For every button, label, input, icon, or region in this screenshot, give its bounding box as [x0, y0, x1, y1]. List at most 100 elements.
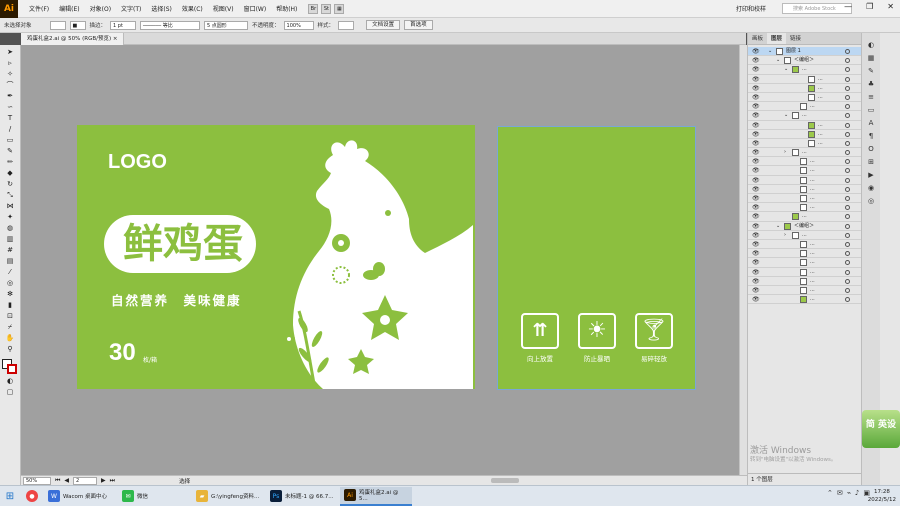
arrange-documents-icon[interactable]: ▦	[334, 3, 345, 14]
fill-swatch[interactable]	[49, 20, 66, 30]
character-panel-icon[interactable]: A	[865, 119, 877, 130]
target-circle-icon[interactable]	[845, 150, 850, 156]
actions-panel-icon[interactable]: ▶	[865, 171, 877, 182]
tab-artboards[interactable]: 画板	[748, 33, 767, 44]
layer-item-row[interactable]: 👁︎...	[748, 240, 862, 250]
layer-row[interactable]: 👁︎ ⌄ 图层 1	[748, 47, 862, 57]
expand-arrow-icon[interactable]: ›	[784, 231, 786, 240]
blend-tool-icon[interactable]: ◎	[3, 278, 17, 288]
visibility-eye-icon[interactable]: 👁︎	[752, 185, 760, 194]
transform-panel-icon[interactable]: ⊞	[865, 158, 877, 169]
color-panel-icon[interactable]: ◐	[865, 41, 877, 52]
rectangle-tool-icon[interactable]: ▭	[3, 135, 17, 145]
close-window-button[interactable]: ✕	[887, 2, 894, 11]
tab-links[interactable]: 链接	[786, 33, 805, 44]
group-row[interactable]: 👁︎ ⌄ ＜编组＞	[748, 222, 862, 231]
zoom-tool-icon[interactable]: ⚲	[3, 344, 17, 354]
stock-button[interactable]: St	[321, 3, 332, 14]
prev-artboard-icon[interactable]: ◀	[64, 477, 69, 484]
menu-window[interactable]: 窗口(W)	[239, 4, 272, 13]
layer-item-row[interactable]: 👁︎...	[748, 75, 862, 84]
eyedropper-icon[interactable]: ⁄	[3, 267, 17, 277]
pen-tool-icon[interactable]: ✒	[3, 91, 17, 101]
visibility-eye-icon[interactable]: 👁︎	[752, 47, 760, 56]
stroke-weight-input[interactable]: 1 pt	[110, 20, 137, 30]
appearance-panel-icon[interactable]: ◉	[865, 184, 877, 195]
first-artboard-icon[interactable]: ⏮	[55, 477, 60, 485]
last-artboard-icon[interactable]: ⏭	[110, 477, 115, 485]
minimize-button[interactable]: —	[844, 2, 852, 11]
target-circle-icon[interactable]	[845, 186, 850, 192]
task-wacom[interactable]: W Wacom 桌面中心	[44, 487, 116, 506]
layer-item-row[interactable]: 👁︎...	[748, 203, 862, 213]
windows-start-icon[interactable]: ⊞	[0, 491, 20, 502]
visibility-eye-icon[interactable]: 👁︎	[752, 139, 760, 148]
layer-item-row[interactable]: 👁︎...	[748, 258, 862, 268]
layer-item-row[interactable]: 👁︎...	[748, 212, 862, 222]
visibility-eye-icon[interactable]: 👁︎	[752, 194, 760, 203]
drawing-mode-icon[interactable]: ◐	[3, 376, 17, 386]
mesh-tool-icon[interactable]: #	[3, 245, 17, 255]
layer-item-row[interactable]: 👁︎ ⌄...	[748, 111, 862, 121]
layer-item-row[interactable]: 👁︎...	[748, 277, 862, 286]
ime-badge[interactable]: 简 英设	[862, 410, 900, 448]
document-setup-button[interactable]: 文档设置	[366, 20, 401, 30]
visibility-eye-icon[interactable]: 👁︎	[752, 212, 760, 221]
target-circle-icon[interactable]	[845, 269, 850, 275]
eraser-icon[interactable]: ◆	[3, 168, 17, 178]
visibility-eye-icon[interactable]: 👁︎	[752, 203, 760, 212]
layer-item-row[interactable]: 👁︎...	[748, 157, 862, 167]
symbol-sprayer-icon[interactable]: ✻	[3, 289, 17, 299]
paintbrush-icon[interactable]: ✎	[3, 146, 17, 156]
expand-arrow-icon[interactable]: ⌄	[784, 65, 788, 74]
target-circle-icon[interactable]	[845, 260, 850, 266]
magic-wand-icon[interactable]: ✧	[3, 69, 17, 79]
task-photoshop[interactable]: Ps 未标题-1 @ 66.7...	[266, 487, 338, 506]
direct-selection-tool-icon[interactable]: ▹	[3, 58, 17, 68]
target-circle-icon[interactable]	[845, 159, 850, 165]
gradient-panel-icon[interactable]: ▭	[865, 106, 877, 117]
visibility-eye-icon[interactable]: 👁︎	[752, 75, 760, 84]
layer-item-row[interactable]: 👁︎...	[748, 185, 862, 194]
menu-object[interactable]: 对象(O)	[85, 4, 116, 13]
expand-arrow-icon[interactable]: ⌄	[776, 222, 780, 231]
target-circle-icon[interactable]	[845, 113, 850, 119]
visibility-eye-icon[interactable]: 👁︎	[752, 166, 760, 175]
task-explorer[interactable]: ▰ G:\yingfeng资料...	[192, 487, 264, 506]
visibility-eye-icon[interactable]: 👁︎	[752, 176, 760, 185]
expand-arrow-icon[interactable]: ›	[784, 148, 786, 157]
target-circle-icon[interactable]	[845, 122, 850, 128]
target-circle-icon[interactable]	[845, 140, 850, 146]
artboard-front[interactable]: LOGO 鲜 鸡 蛋 自然营养 美味健康 30 枚/箱	[77, 125, 475, 389]
visibility-eye-icon[interactable]: 👁︎	[752, 157, 760, 166]
target-circle-icon[interactable]	[845, 67, 850, 73]
target-circle-icon[interactable]	[845, 168, 850, 174]
target-circle-icon[interactable]	[845, 223, 850, 229]
target-circle-icon[interactable]	[845, 58, 850, 64]
group-row[interactable]: 👁︎ ⌄ ＜编组＞	[748, 56, 862, 66]
layer-item-row[interactable]: 👁︎...	[748, 102, 862, 112]
expand-arrow-icon[interactable]: ⌄	[784, 111, 788, 120]
bridge-button[interactable]: Br	[308, 3, 319, 14]
layer-item-row[interactable]: 👁︎...	[748, 166, 862, 176]
menu-help[interactable]: 帮助(H)	[271, 4, 302, 13]
target-circle-icon[interactable]	[845, 177, 850, 183]
layer-item-row[interactable]: 👁︎...	[748, 93, 862, 103]
tray-wechat-icon[interactable]: ✉	[837, 489, 843, 497]
menu-type[interactable]: 文字(T)	[116, 4, 146, 13]
paragraph-panel-icon[interactable]: ¶	[865, 132, 877, 143]
selection-tool-icon[interactable]: ➤	[3, 47, 17, 57]
target-circle-icon[interactable]	[845, 131, 850, 137]
layer-item-row[interactable]: 👁︎...	[748, 176, 862, 185]
volume-icon[interactable]: ♪	[855, 489, 859, 497]
tray-up-icon[interactable]: ⌃	[827, 489, 833, 497]
slice-tool-icon[interactable]: ⌿	[3, 322, 17, 332]
target-circle-icon[interactable]	[845, 214, 850, 220]
brushes-panel-icon[interactable]: ✎	[865, 67, 877, 78]
network-icon[interactable]: ⌁	[847, 489, 851, 497]
target-circle-icon[interactable]	[845, 287, 850, 293]
zoom-select[interactable]: 50%	[23, 476, 51, 485]
swatches-panel-icon[interactable]: ▦	[865, 54, 877, 65]
stroke-chip[interactable]	[7, 364, 17, 374]
preferences-button[interactable]: 首选项	[404, 20, 433, 30]
